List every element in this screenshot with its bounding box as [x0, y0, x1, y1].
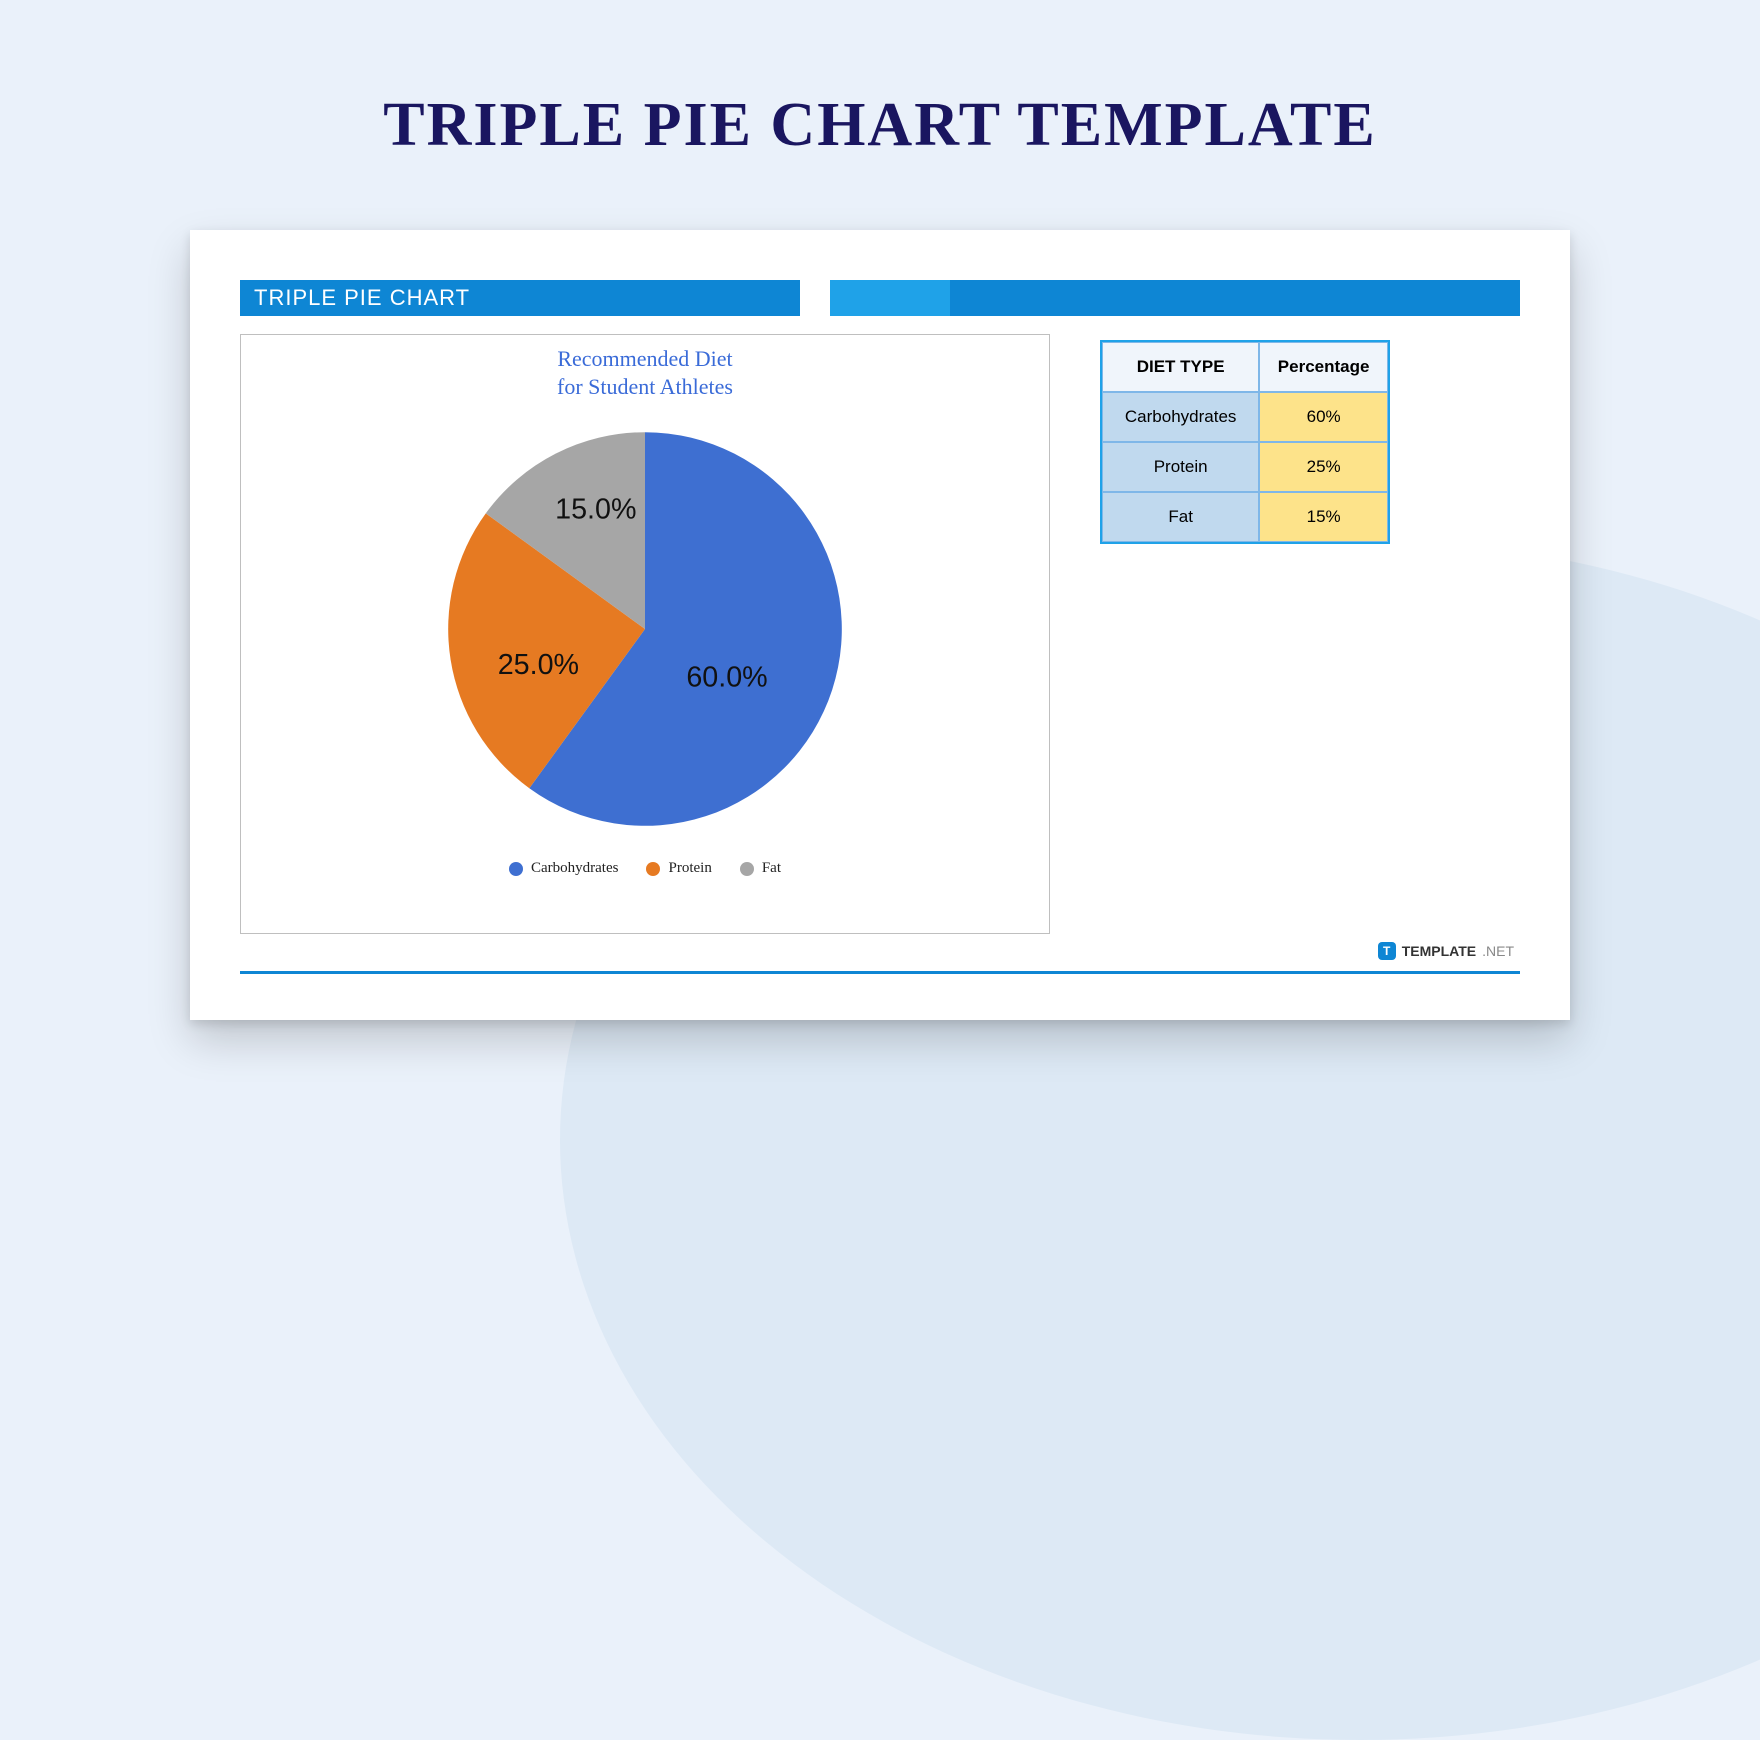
- table-row: Fat: [1102, 492, 1259, 542]
- page-title: TRIPLE PIE CHART TEMPLATE: [0, 90, 1760, 161]
- chart-title-line2: for Student Athletes: [557, 374, 733, 399]
- chart-title-line1: Recommended Diet: [557, 346, 732, 371]
- banner-gap: [800, 280, 830, 316]
- table-header-diet-type: DIET TYPE: [1102, 342, 1259, 392]
- table-row: 15%: [1259, 492, 1388, 542]
- brand-suffix: .NET: [1482, 943, 1514, 959]
- legend-item-fat: Fat: [740, 860, 781, 877]
- table-row: 25%: [1259, 442, 1388, 492]
- legend-dot-icon: [740, 862, 754, 876]
- chart-title: Recommended Diet for Student Athletes: [557, 345, 733, 400]
- legend-label: Fat: [762, 860, 781, 877]
- brand-logo-icon: T: [1378, 942, 1396, 960]
- legend-dot-icon: [646, 862, 660, 876]
- legend-label: Protein: [668, 860, 711, 877]
- template-card: TRIPLE PIE CHART Recommended Diet for St…: [190, 230, 1570, 1020]
- banner-fill: [950, 280, 1520, 316]
- pie-svg: 60.0% 25.0% 15.0%: [440, 424, 850, 834]
- pie-chart: 60.0% 25.0% 15.0%: [440, 424, 850, 834]
- pie-label-protein: 25.0%: [498, 649, 579, 681]
- banner: TRIPLE PIE CHART: [240, 280, 1520, 316]
- legend-item-protein: Protein: [646, 860, 711, 877]
- table-row: Carbohydrates: [1102, 392, 1259, 442]
- table-row: Protein: [1102, 442, 1259, 492]
- banner-label: TRIPLE PIE CHART: [240, 280, 800, 316]
- chart-panel: Recommended Diet for Student Athletes 60…: [240, 334, 1050, 934]
- banner-accent: [830, 280, 950, 316]
- data-table: DIET TYPE Percentage Carbohydrates 60% P…: [1100, 340, 1390, 544]
- chart-legend: Carbohydrates Protein Fat: [509, 860, 781, 877]
- pie-label-fat: 15.0%: [555, 493, 636, 525]
- brand-badge: T TEMPLATE .NET: [1378, 942, 1514, 960]
- brand-name: TEMPLATE: [1402, 943, 1476, 959]
- table-row: 60%: [1259, 392, 1388, 442]
- legend-item-carbohydrates: Carbohydrates: [509, 860, 618, 877]
- table-header-percentage: Percentage: [1259, 342, 1388, 392]
- pie-label-carb: 60.0%: [686, 661, 767, 693]
- content-row: Recommended Diet for Student Athletes 60…: [240, 334, 1520, 934]
- legend-label: Carbohydrates: [531, 860, 618, 877]
- footer-divider: [240, 971, 1520, 974]
- legend-dot-icon: [509, 862, 523, 876]
